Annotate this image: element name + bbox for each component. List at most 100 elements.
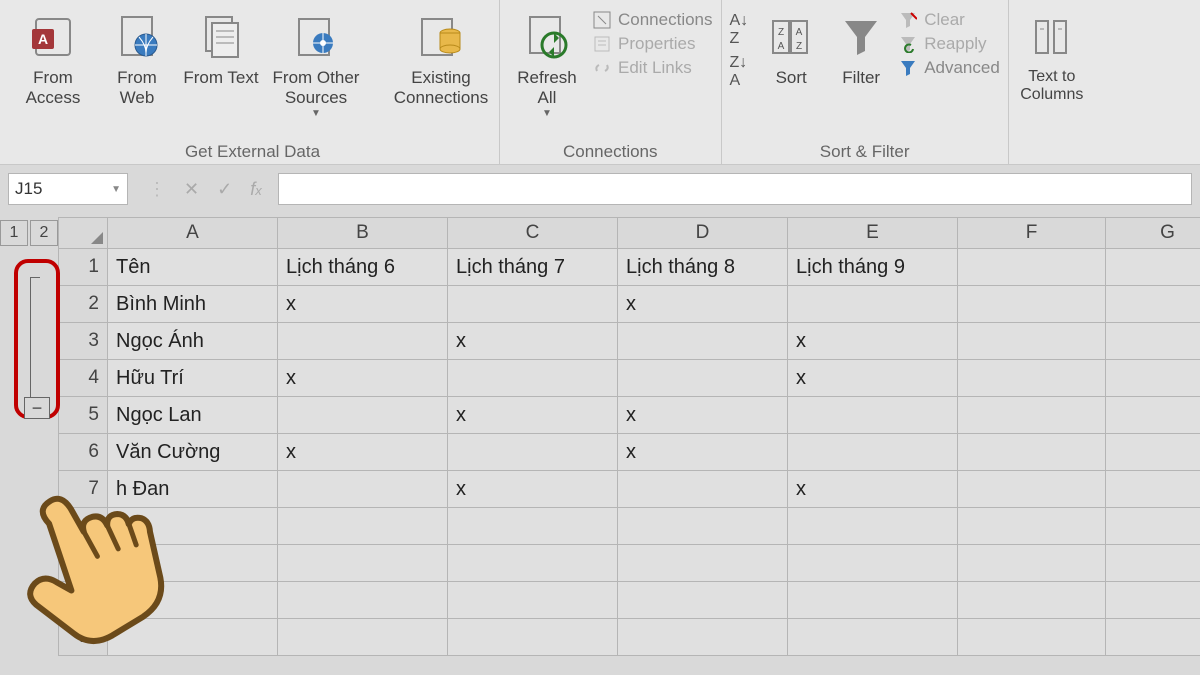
cell[interactable] <box>1106 582 1200 619</box>
cell[interactable] <box>1106 360 1200 397</box>
col-header-g[interactable]: G <box>1106 217 1200 249</box>
connections-button[interactable]: Connections <box>592 10 713 30</box>
cell[interactable] <box>958 619 1106 656</box>
cell[interactable]: x <box>278 286 448 323</box>
cell[interactable] <box>448 545 618 582</box>
cell[interactable] <box>788 508 958 545</box>
cell[interactable]: Tên <box>108 249 278 286</box>
cell[interactable] <box>618 582 788 619</box>
cell[interactable] <box>618 471 788 508</box>
col-header-e[interactable]: E <box>788 217 958 249</box>
enter-icon[interactable]: ✓ <box>217 179 232 200</box>
cell[interactable] <box>788 397 958 434</box>
cell[interactable] <box>448 286 618 323</box>
cell[interactable] <box>618 619 788 656</box>
cell[interactable]: Ngọc Lan <box>108 397 278 434</box>
properties-button[interactable]: Properties <box>592 34 713 54</box>
col-header-f[interactable]: F <box>958 217 1106 249</box>
cell[interactable] <box>448 619 618 656</box>
cell[interactable] <box>278 619 448 656</box>
sort-asc-icon[interactable]: A↓Z <box>730 12 749 48</box>
cell[interactable] <box>1106 249 1200 286</box>
cell[interactable] <box>278 397 448 434</box>
cell[interactable]: Bình Minh <box>108 286 278 323</box>
cell[interactable] <box>1106 508 1200 545</box>
cell[interactable]: x <box>788 360 958 397</box>
select-all-corner[interactable] <box>58 217 108 249</box>
fx-icon[interactable]: fx <box>250 179 262 200</box>
clear-button[interactable]: Clear <box>898 10 1000 30</box>
formula-input[interactable] <box>278 173 1192 205</box>
cell[interactable] <box>958 434 1106 471</box>
cell[interactable]: x <box>448 323 618 360</box>
sort-button[interactable]: ZAAZ Sort <box>758 6 824 88</box>
outline-level-2[interactable]: 2 <box>30 220 58 246</box>
cell[interactable]: x <box>448 471 618 508</box>
cell[interactable] <box>448 434 618 471</box>
cell[interactable]: Hữu Trí <box>108 360 278 397</box>
edit-links-button[interactable]: Edit Links <box>592 58 713 78</box>
row-header[interactable]: 3 <box>58 323 108 360</box>
sort-desc-icon[interactable]: Z↓A <box>730 54 749 90</box>
spreadsheet-grid[interactable]: A B C D E F G 1 Tên Lịch tháng 6 Lịch th… <box>58 217 1200 656</box>
cell[interactable] <box>788 582 958 619</box>
row-header[interactable]: 6 <box>58 434 108 471</box>
filter-button[interactable]: Filter <box>830 6 892 88</box>
from-other-sources-button[interactable]: From Other Sources ▼ <box>266 6 366 120</box>
cell[interactable]: x <box>618 434 788 471</box>
cell[interactable] <box>618 323 788 360</box>
col-header-d[interactable]: D <box>618 217 788 249</box>
name-box[interactable]: J15 ▼ <box>8 173 128 205</box>
outline-collapse-button[interactable]: − <box>24 397 50 419</box>
cell[interactable]: x <box>618 286 788 323</box>
cell[interactable]: x <box>278 360 448 397</box>
cell[interactable] <box>618 360 788 397</box>
cell[interactable] <box>1106 397 1200 434</box>
outline-level-1[interactable]: 1 <box>0 220 28 246</box>
row-header[interactable]: 1 <box>58 249 108 286</box>
row-header[interactable]: 5 <box>58 397 108 434</box>
cell[interactable]: Ngọc Ánh <box>108 323 278 360</box>
cell[interactable] <box>278 323 448 360</box>
cell[interactable] <box>1106 471 1200 508</box>
cell[interactable] <box>618 508 788 545</box>
cell[interactable]: x <box>618 397 788 434</box>
cell[interactable]: Lịch tháng 6 <box>278 249 448 286</box>
cell[interactable] <box>788 434 958 471</box>
cell[interactable] <box>448 508 618 545</box>
cell[interactable] <box>958 471 1106 508</box>
cell[interactable] <box>958 397 1106 434</box>
cell[interactable] <box>1106 286 1200 323</box>
options-icon[interactable]: ⋮ <box>148 179 166 200</box>
cell[interactable] <box>958 286 1106 323</box>
text-to-columns-button[interactable]: Text to Columns <box>1017 6 1087 105</box>
advanced-button[interactable]: Advanced <box>898 58 1000 78</box>
cell[interactable] <box>958 582 1106 619</box>
cell[interactable]: x <box>448 397 618 434</box>
cancel-icon[interactable]: ✕ <box>184 179 199 200</box>
existing-connections-button[interactable]: Existing Connections <box>391 6 491 107</box>
from-web-button[interactable]: From Web <box>98 6 176 107</box>
cell[interactable]: Lịch tháng 9 <box>788 249 958 286</box>
cell[interactable] <box>1106 619 1200 656</box>
col-header-c[interactable]: C <box>448 217 618 249</box>
cell[interactable] <box>788 545 958 582</box>
col-header-b[interactable]: B <box>278 217 448 249</box>
cell[interactable]: x <box>788 323 958 360</box>
cell[interactable] <box>1106 434 1200 471</box>
cell[interactable] <box>1106 323 1200 360</box>
cell[interactable] <box>958 249 1106 286</box>
refresh-all-button[interactable]: Refresh All ▼ <box>508 6 586 120</box>
name-box-dropdown-icon[interactable]: ▼ <box>111 184 121 195</box>
cell[interactable]: x <box>278 434 448 471</box>
row-header[interactable]: 2 <box>58 286 108 323</box>
from-text-button[interactable]: From Text <box>182 6 260 88</box>
cell[interactable] <box>278 545 448 582</box>
cell[interactable] <box>958 360 1106 397</box>
cell[interactable]: x <box>788 471 958 508</box>
cell[interactable]: Lịch tháng 8 <box>618 249 788 286</box>
cell[interactable] <box>618 545 788 582</box>
cell[interactable] <box>448 582 618 619</box>
col-header-a[interactable]: A <box>108 217 278 249</box>
cell[interactable]: Văn Cường <box>108 434 278 471</box>
